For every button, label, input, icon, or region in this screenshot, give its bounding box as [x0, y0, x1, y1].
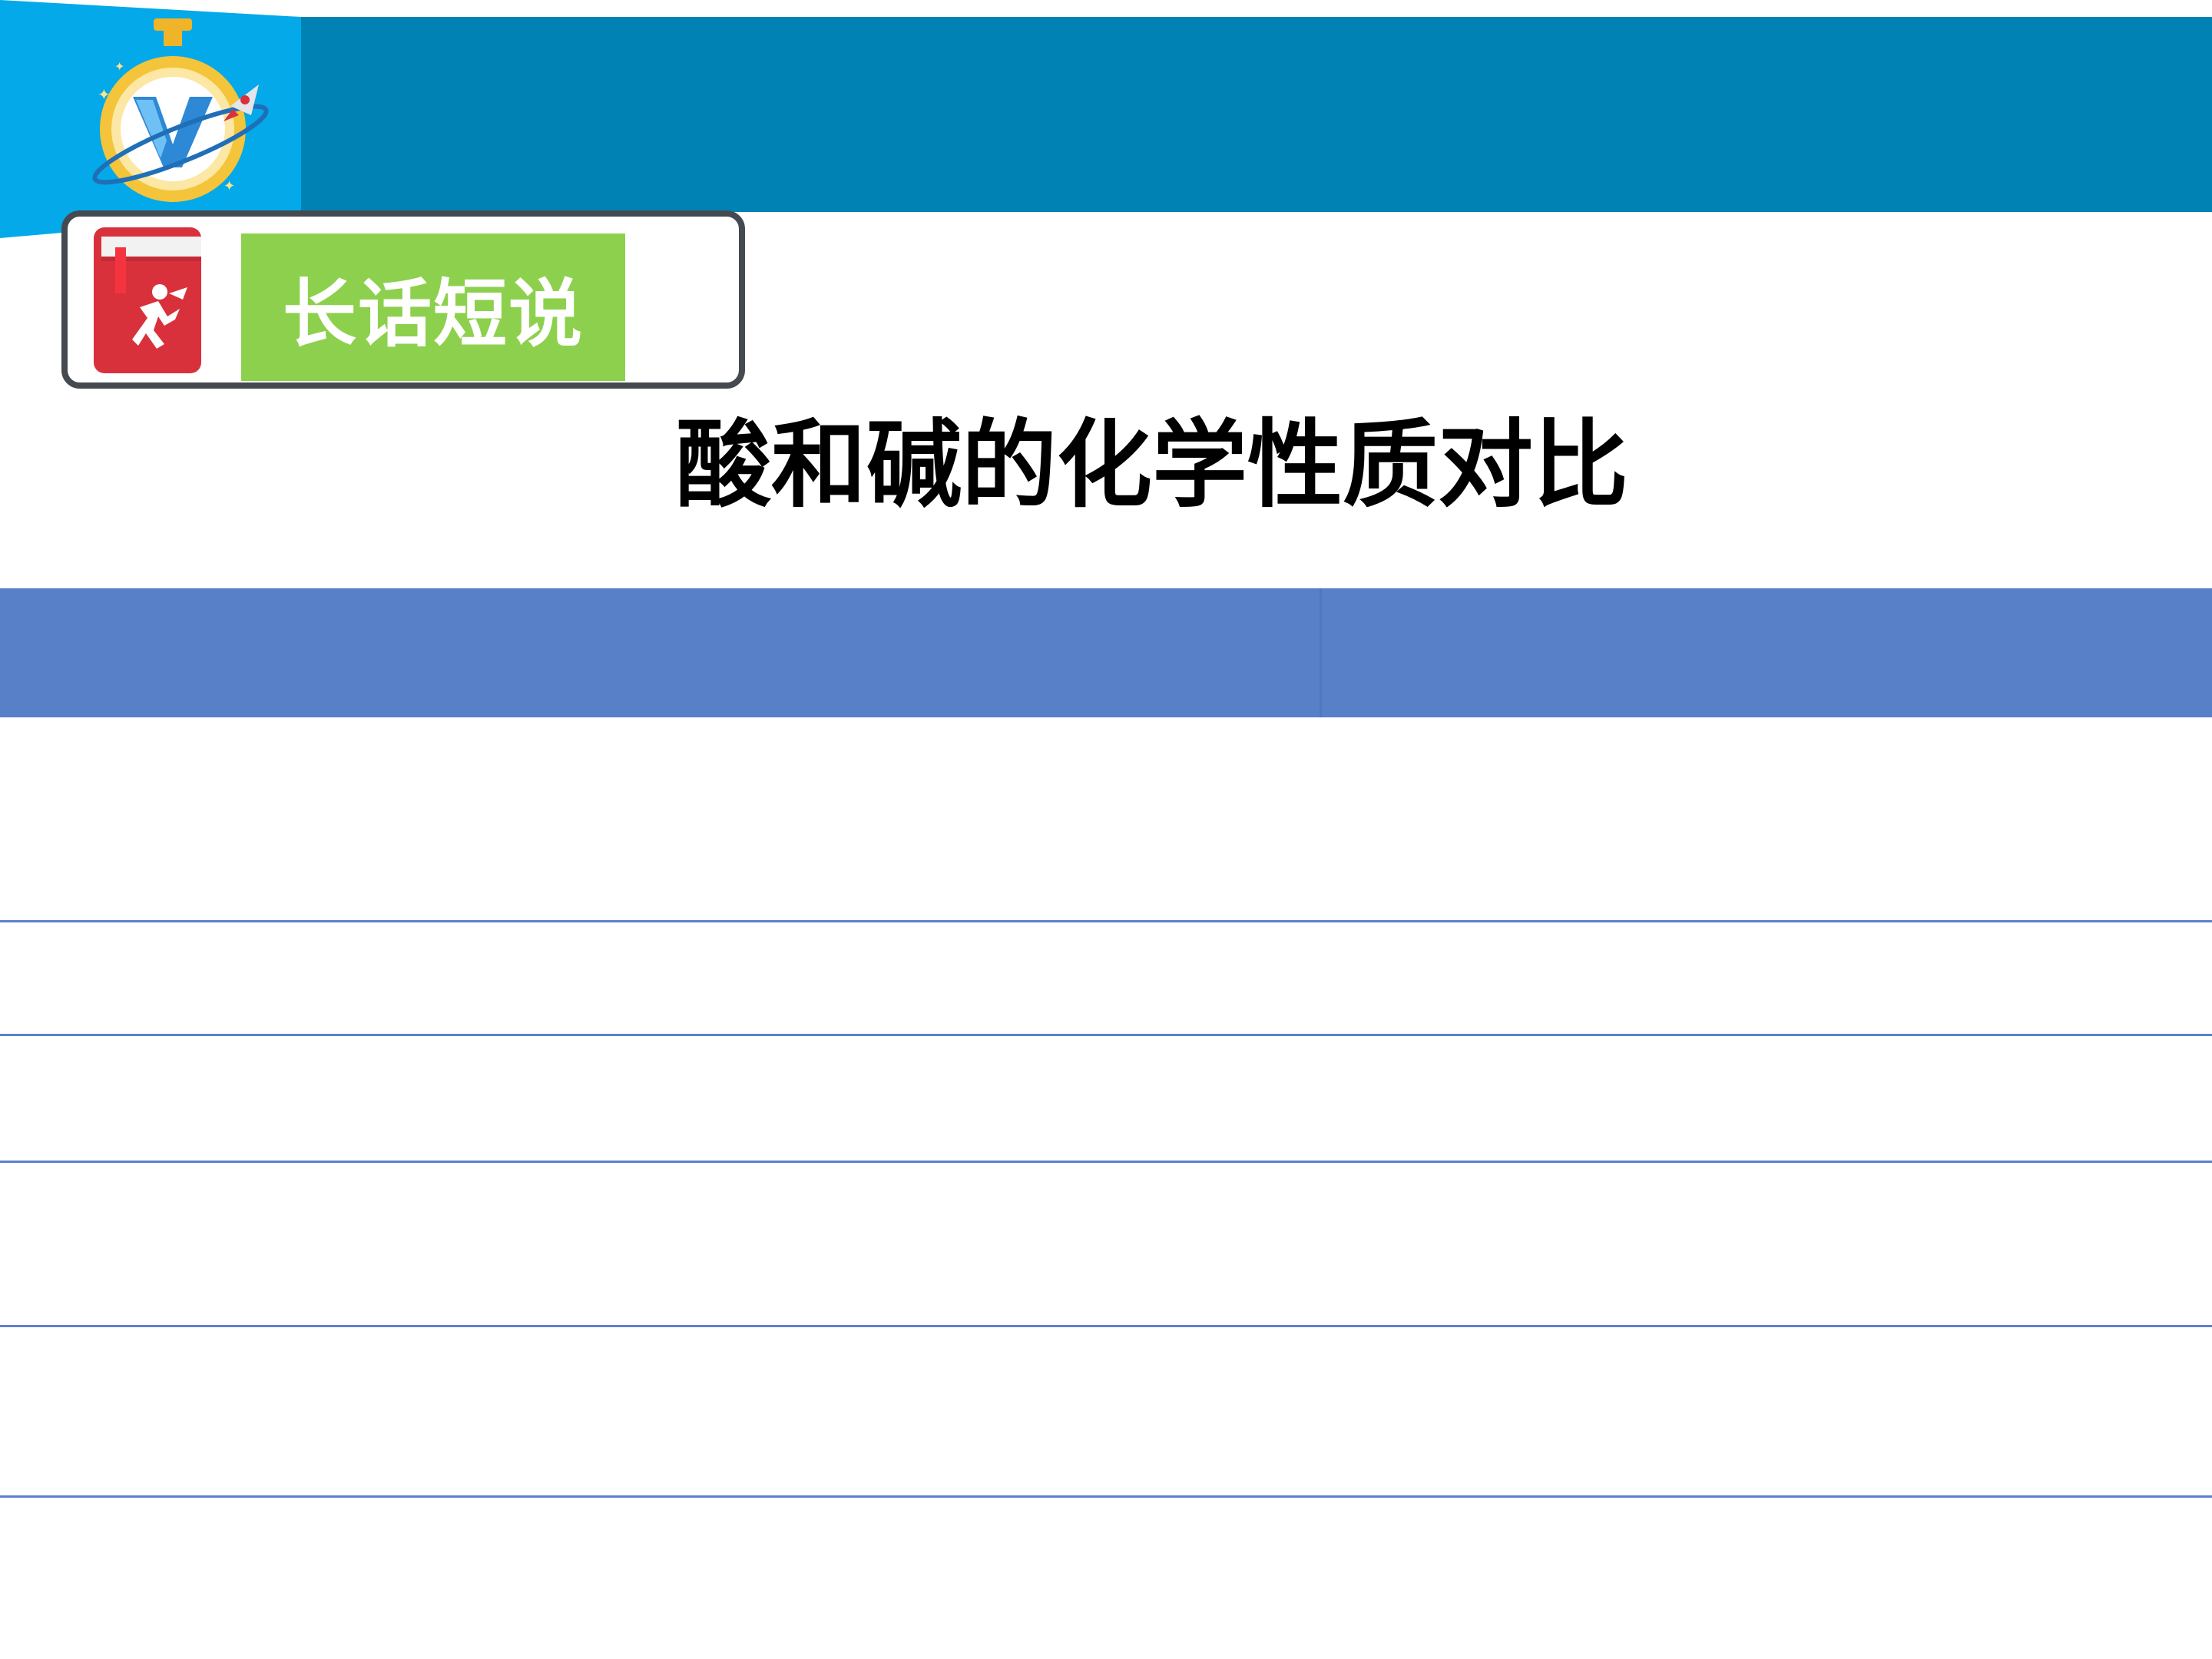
- table-cell: [0, 921, 1321, 1036]
- slide-page: ✦ ✦ ✦ 长话短说 酸和碱的化学性质对比: [0, 0, 2212, 1659]
- section-tag-label: 长话短说: [283, 270, 584, 357]
- table-row: [0, 1326, 2212, 1498]
- table-row: [0, 717, 2212, 922]
- svg-text:✦: ✦: [98, 85, 111, 104]
- svg-text:✦: ✦: [114, 59, 124, 74]
- table-cell: [1320, 921, 2212, 1036]
- table-cell: [0, 1035, 1321, 1163]
- table-cell: [1320, 1326, 2212, 1498]
- table-row: [0, 1035, 2212, 1163]
- table-row: [0, 1161, 2212, 1327]
- svg-text:✦: ✦: [224, 178, 235, 194]
- table-row: [0, 921, 2212, 1036]
- header-bar: [301, 17, 2212, 212]
- table-cell: [0, 1326, 1321, 1498]
- table-header-cell: [0, 588, 1322, 717]
- section-tag-label-box: 长话短说: [241, 233, 625, 381]
- table-header-cell: [1320, 588, 2212, 717]
- stopwatch-rocket-logo-icon: ✦ ✦ ✦: [92, 18, 269, 202]
- table-cell: [0, 1161, 1321, 1327]
- red-book-runner-icon: [94, 227, 201, 373]
- table-cell: [1320, 1035, 2212, 1163]
- table-cell: [0, 717, 1321, 922]
- page-title: 酸和碱的化学性质对比: [675, 410, 1628, 521]
- table-cell: [1320, 1161, 2212, 1327]
- table-cell: [1320, 717, 2212, 922]
- comparison-table: [0, 588, 2212, 1498]
- table-header-row: [0, 588, 2212, 717]
